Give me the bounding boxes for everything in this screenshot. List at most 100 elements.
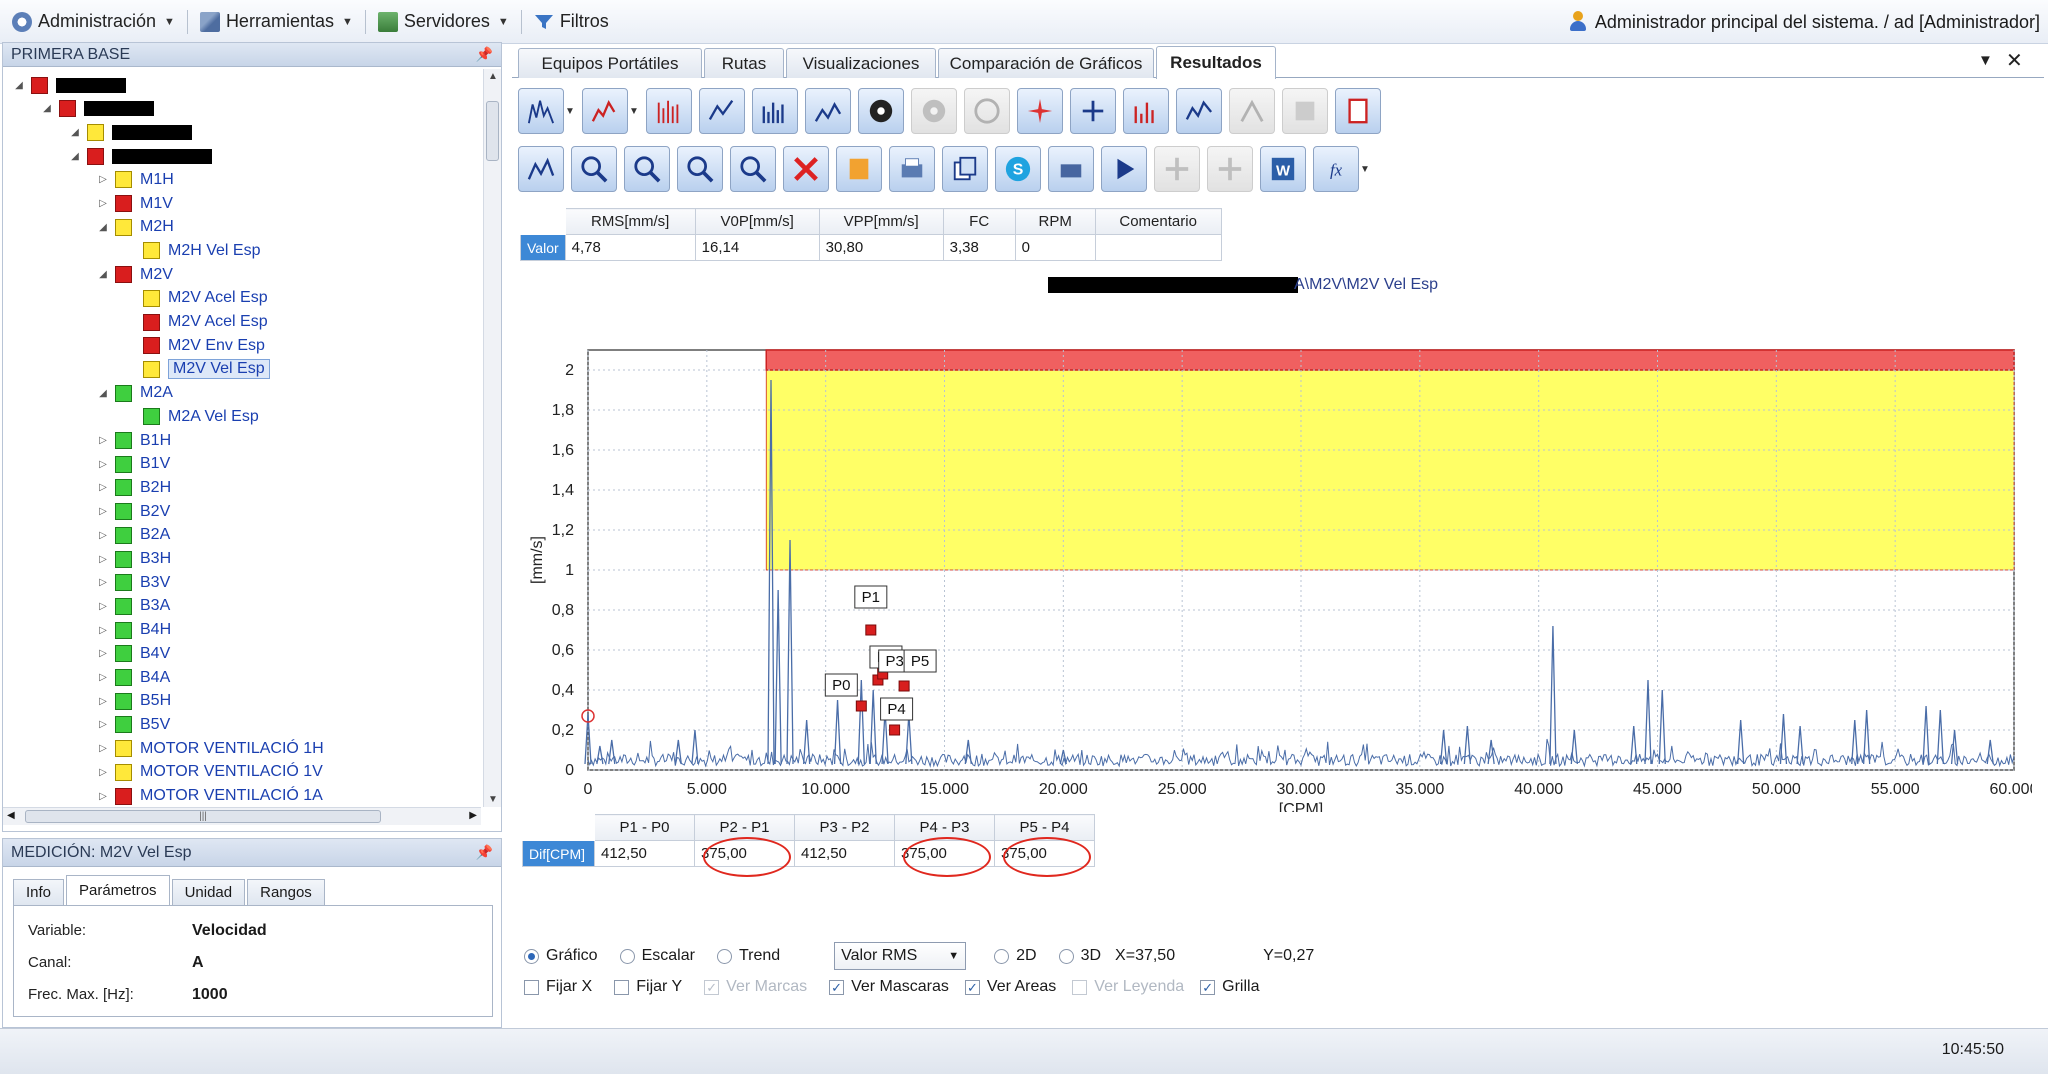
- tree-item[interactable]: ▷ MOTOR VENTILACIÓ 1A: [97, 784, 323, 808]
- zoom-max-button[interactable]: [677, 146, 723, 192]
- menu-administracion[interactable]: Administración ▼: [0, 0, 187, 44]
- waterfall-button[interactable]: [699, 88, 745, 134]
- spectrum-tool-button[interactable]: [518, 88, 564, 134]
- scroll-right-icon[interactable]: ▶: [469, 810, 477, 821]
- user-info[interactable]: Administrador principal del sistema. / a…: [1569, 0, 2040, 44]
- harmonic-button[interactable]: [1123, 88, 1169, 134]
- expand-arrow-icon[interactable]: ▷: [97, 530, 109, 541]
- value-select[interactable]: Valor RMS ▼: [834, 942, 967, 970]
- tree-item[interactable]: M2A Vel Esp: [125, 405, 259, 429]
- cursor-tool-button[interactable]: [1070, 88, 1116, 134]
- tree-item[interactable]: ▷ B4V: [97, 642, 170, 666]
- tree-item[interactable]: ▷ B3A: [97, 594, 170, 618]
- skype-button[interactable]: S: [995, 146, 1041, 192]
- expand-arrow-icon[interactable]: ▷: [97, 696, 109, 707]
- menu-herramientas[interactable]: Herramientas ▼: [188, 0, 365, 44]
- radio-escalar[interactable]: [619, 948, 635, 964]
- copy-button[interactable]: [942, 146, 988, 192]
- tab-unidad[interactable]: Unidad: [171, 879, 246, 905]
- tree-item[interactable]: M2V Acel Esp: [125, 286, 268, 310]
- scroll-thumb[interactable]: |||: [25, 810, 381, 823]
- tree-item[interactable]: ▷ B2A: [97, 523, 170, 547]
- tree-item[interactable]: ▷ B1H: [97, 429, 171, 453]
- scroll-up-icon[interactable]: ▲: [484, 71, 502, 82]
- expand-arrow-icon[interactable]: ▷: [97, 554, 109, 565]
- expand-arrow-icon[interactable]: ▷: [97, 198, 109, 209]
- tab-info[interactable]: Info: [13, 879, 65, 905]
- word-export-button[interactable]: W: [1260, 146, 1306, 192]
- expand-arrow-icon[interactable]: ▷: [97, 601, 109, 612]
- expand-arrow-icon[interactable]: ▷: [97, 625, 109, 636]
- checkbox-ver-mascaras[interactable]: ✓: [829, 979, 845, 995]
- tree-item[interactable]: ◢: [69, 144, 212, 168]
- tree-item[interactable]: ◢: [69, 120, 192, 144]
- expand-arrow-icon[interactable]: ◢: [69, 151, 81, 162]
- tree-item[interactable]: ▷ B1V: [97, 452, 170, 476]
- tab-parametros[interactable]: Parámetros: [66, 875, 170, 905]
- caret-down-icon[interactable]: ▼: [565, 106, 575, 117]
- tree-item[interactable]: ◢: [13, 73, 126, 97]
- expand-arrow-icon[interactable]: ▷: [97, 459, 109, 470]
- menu-filtros[interactable]: Filtros: [522, 0, 621, 44]
- expand-arrow-icon[interactable]: ◢: [97, 388, 109, 399]
- pin-icon[interactable]: 📌: [476, 844, 493, 861]
- compare-button[interactable]: [805, 88, 851, 134]
- zoom-out-button[interactable]: [624, 146, 670, 192]
- tree-item[interactable]: ▷ B5V: [97, 713, 170, 737]
- scroll-thumb[interactable]: [486, 101, 499, 161]
- expand-arrow-icon[interactable]: ▷: [97, 648, 109, 659]
- tree-item[interactable]: ▷ B2H: [97, 476, 171, 500]
- checkbox-grilla[interactable]: ✓: [1200, 979, 1216, 995]
- scroll-left-icon[interactable]: ◀: [7, 810, 15, 821]
- tree-item[interactable]: ▷ M1H: [97, 168, 174, 192]
- tab-menu-icon[interactable]: ▼: [1978, 52, 1993, 69]
- expand-arrow-icon[interactable]: ▷: [97, 767, 109, 778]
- tree-item[interactable]: M2V Acel Esp: [125, 310, 268, 334]
- tree-vertical-scrollbar[interactable]: ▲ ▼: [483, 69, 501, 807]
- tree-item[interactable]: ▷ B5H: [97, 689, 171, 713]
- report-button[interactable]: [1335, 88, 1381, 134]
- zoom-reset-button[interactable]: [730, 146, 776, 192]
- print-button[interactable]: [889, 146, 935, 192]
- tree-item[interactable]: ▷ B4A: [97, 666, 170, 690]
- expand-arrow-icon[interactable]: ◢: [97, 269, 109, 280]
- caret-down-icon[interactable]: ▼: [1360, 164, 1370, 175]
- tree-item[interactable]: ◢ M2A: [97, 381, 173, 405]
- tab-rutas[interactable]: Rutas: [704, 48, 784, 78]
- expand-arrow-icon[interactable]: ▷: [97, 482, 109, 493]
- tree-item[interactable]: M2H Vel Esp: [125, 239, 260, 263]
- menu-servidores[interactable]: Servidores ▼: [366, 0, 521, 44]
- orbit-button[interactable]: [858, 88, 904, 134]
- scroll-down-icon[interactable]: ▼: [484, 794, 502, 805]
- delete-markers-button[interactable]: [783, 146, 829, 192]
- expand-arrow-icon[interactable]: ▷: [97, 791, 109, 802]
- tree-item[interactable]: ▷ B2V: [97, 500, 170, 524]
- caret-down-icon[interactable]: ▼: [629, 106, 639, 117]
- envelope-button[interactable]: [1176, 88, 1222, 134]
- checkbox-fijar-x[interactable]: [524, 979, 539, 995]
- expand-arrow-icon[interactable]: ◢: [69, 127, 81, 138]
- tab-equipos-portatiles[interactable]: Equipos Portátiles: [518, 48, 702, 78]
- tree-horizontal-scrollbar[interactable]: ◀ ||| ▶: [3, 807, 481, 825]
- zoom-in-button[interactable]: [571, 146, 617, 192]
- auto-scale-button[interactable]: [518, 146, 564, 192]
- tab-rangos[interactable]: Rangos: [247, 879, 325, 905]
- radio-grafico[interactable]: [524, 948, 539, 964]
- expand-arrow-icon[interactable]: ▷: [97, 174, 109, 185]
- tree-item[interactable]: ▷ MOTOR VENTILACIÓ 1H: [97, 737, 324, 761]
- checkbox-fijar-y[interactable]: [614, 979, 630, 995]
- balance-button[interactable]: [1017, 88, 1063, 134]
- expand-arrow-icon[interactable]: ▷: [97, 743, 109, 754]
- multi-spectrum-button[interactable]: [752, 88, 798, 134]
- radio-2d[interactable]: [994, 948, 1010, 964]
- play-button[interactable]: [1101, 146, 1147, 192]
- tree-item[interactable]: ▷ M1V: [97, 192, 173, 216]
- tab-resultados[interactable]: Resultados: [1156, 46, 1276, 79]
- tree-item[interactable]: ▷ B4H: [97, 618, 171, 642]
- bookmark-button[interactable]: [836, 146, 882, 192]
- expand-arrow-icon[interactable]: ▷: [97, 435, 109, 446]
- spectrum-chart[interactable]: 0 5.000 10.000 15.000 20.000 25.000 30.000 35.0…: [512, 292, 2032, 812]
- value-comentario[interactable]: [1094, 234, 1222, 261]
- expand-arrow-icon[interactable]: ▷: [97, 672, 109, 683]
- expand-arrow-icon[interactable]: ◢: [41, 103, 53, 114]
